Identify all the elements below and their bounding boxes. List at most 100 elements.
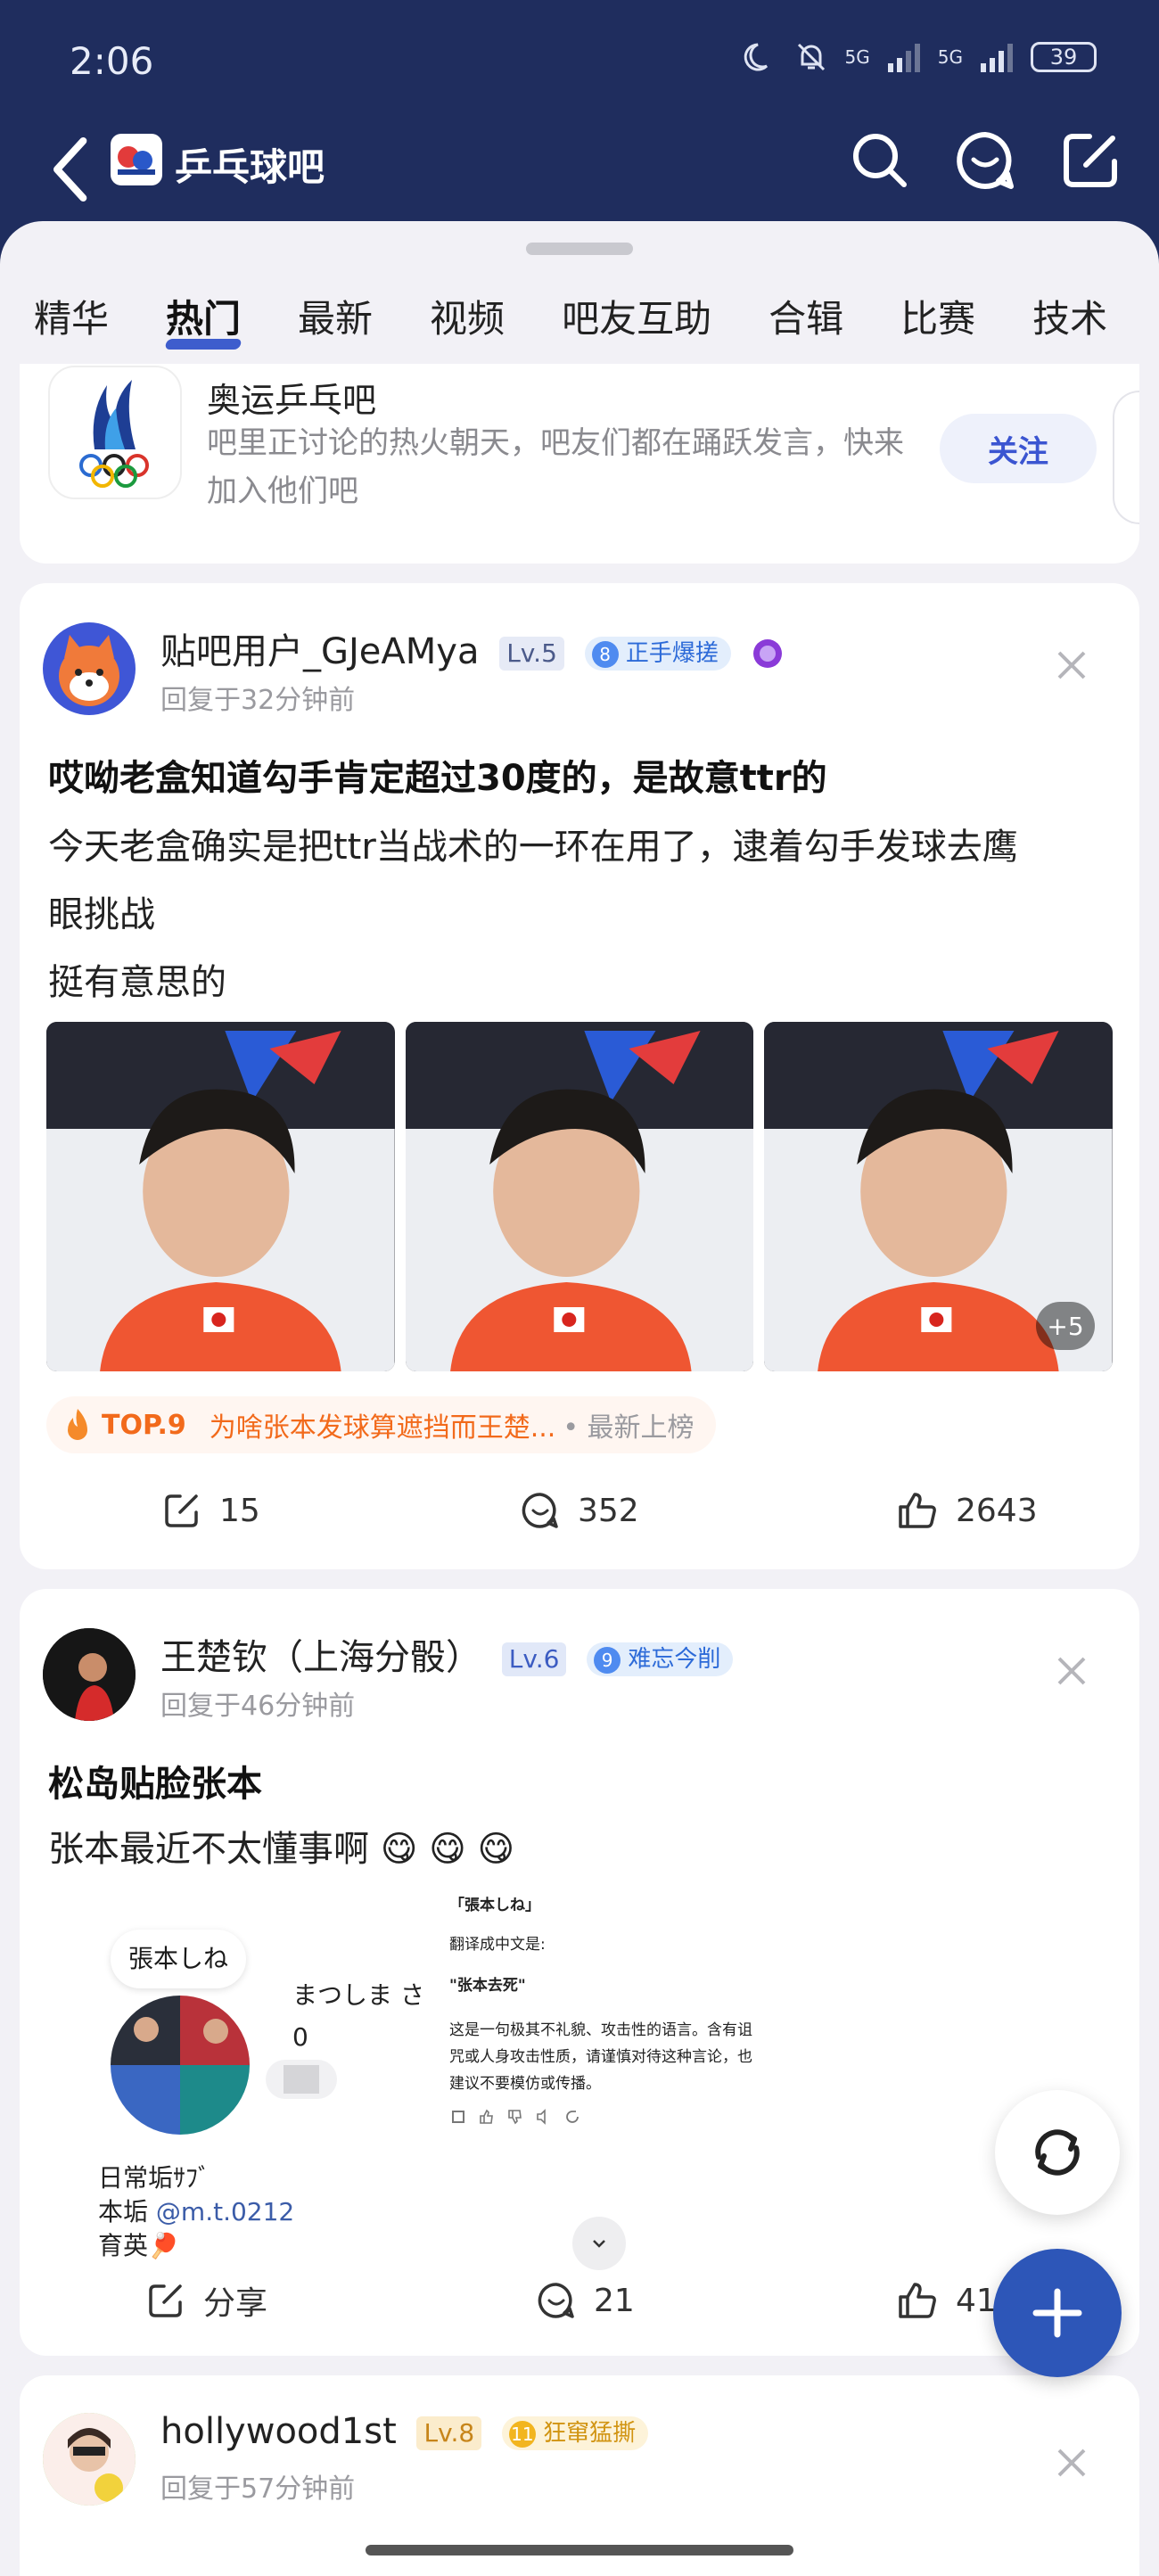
avatar[interactable] [43, 1628, 136, 1721]
battery-level: 39 [1049, 45, 1078, 70]
post-screenshot-image[interactable]: 張本しね まつしま さ 0 日常垢ｻﾌﾞ 本垢 @m.t.0212 育英🏓 「張… [46, 1883, 777, 2270]
post-image[interactable] [405, 1022, 754, 1371]
share-button[interactable]: 15 [162, 1475, 260, 1546]
reply-time: 回复于57分钟前 [160, 2473, 356, 2505]
post-body[interactable]: 今天老盒确实是把ttr当战术的一环在用了，逮着勾手发球去鹰 眼挑战 挺有意思的 [48, 813, 1109, 1016]
post-card-2[interactable]: 王楚钦（上海分骰） Lv.6 9 难忘今削 回复于46分钟前 松岛贴脸张本 张本… [20, 1589, 1139, 2356]
forum-recommend-card[interactable]: 奥运乒乓吧 吧里正讨论的热火朝天，吧友们都在踊跃发言，快来加入他们吧 关注 [20, 364, 1139, 564]
tab-latest[interactable]: 最新 [298, 284, 373, 355]
post-actions: 分享 21 41 [20, 2265, 1139, 2336]
sheet-handle[interactable] [526, 243, 633, 255]
message-icon[interactable] [954, 129, 1016, 192]
close-icon[interactable] [1054, 1653, 1089, 1689]
badge-number: 8 [591, 641, 619, 668]
level-badge: Lv.5 [499, 637, 564, 671]
tab-video[interactable]: 视频 [430, 284, 505, 355]
tab-match[interactable]: 比赛 [900, 284, 975, 355]
badge-text: 难忘今削 [628, 1646, 721, 1673]
translation-result: "张本去死" [449, 1977, 526, 1995]
post-actions: 15 352 2643 [20, 1475, 1139, 1546]
hot-rank: TOP.9 [102, 1409, 186, 1441]
fire-icon [68, 1409, 87, 1440]
comment-button[interactable]: 21 [537, 2265, 635, 2336]
username-row: hollywood1st Lv.8 11 狂窜猛撕 [160, 2411, 649, 2452]
bio-handle: @m.t.0212 [155, 2197, 295, 2226]
badge-number: 9 [594, 1647, 621, 1674]
close-icon[interactable] [1054, 647, 1089, 683]
username[interactable]: 贴吧用户_GJeAMya [160, 631, 479, 672]
forum-name[interactable]: 奥运乒乓吧 [207, 373, 376, 422]
post-title[interactable]: 松岛贴脸张本 [48, 1755, 262, 1806]
comment-count: 21 [594, 2282, 635, 2319]
avatar[interactable] [43, 2413, 136, 2506]
avatar[interactable] [43, 622, 136, 715]
like-button[interactable]: 41 [897, 2265, 997, 2336]
reply-time: 回复于32分钟前 [160, 685, 356, 716]
add-post-button[interactable] [993, 2249, 1122, 2377]
share-button[interactable]: 分享 [146, 2265, 267, 2336]
regenerate-icon[interactable] [563, 2108, 581, 2126]
follow-count: 0 [292, 2022, 308, 2052]
close-icon[interactable] [1054, 2445, 1089, 2481]
search-icon[interactable] [849, 129, 911, 192]
battery-indicator: 39 [1031, 42, 1097, 72]
tab-help[interactable]: 吧友互助 [562, 284, 711, 355]
post-body[interactable]: 张本最近不太懂事啊 😋 😋 😋 [48, 1815, 1109, 1883]
signal-bars-icon-2 [981, 44, 1013, 72]
translation-toolbar [449, 2108, 581, 2126]
chevron-down-icon [593, 2240, 605, 2248]
post-title[interactable]: 哎呦老盒知道勾手肯定超过30度的，是故意ttr的 [48, 749, 827, 801]
thumbs-up-icon[interactable] [478, 2108, 496, 2126]
refresh-icon [1035, 2129, 1080, 2176]
share-label: 分享 [203, 2285, 268, 2322]
status-icons: 5G 5G 39 [742, 39, 1097, 75]
expand-chevron-button[interactable] [572, 2217, 626, 2270]
thumbs-down-icon[interactable] [506, 2108, 524, 2126]
next-card-peek[interactable] [1113, 391, 1139, 524]
badge-text: 正手爆搓 [625, 640, 719, 667]
translation-title: 「張本しね」 [449, 1897, 540, 1914]
mute-bell-icon [797, 43, 825, 71]
comment-button[interactable]: 352 [521, 1475, 639, 1546]
like-button[interactable]: 2643 [897, 1475, 1038, 1546]
comment-icon [522, 1493, 558, 1528]
post-card-1[interactable]: 贴吧用户_GJeAMya Lv.5 8 正手爆搓 回复于32分钟前 哎呦老盒知道… [20, 583, 1139, 1569]
profile-bio: 日常垢ｻﾌﾞ 本垢 @m.t.0212 育英🏓 [98, 2161, 294, 2263]
bio-line: 本垢 @m.t.0212 [98, 2197, 295, 2226]
bio-line: 日常垢ｻﾌﾞ [98, 2163, 211, 2193]
username[interactable]: 王楚钦（上海分骰） [160, 1637, 481, 1678]
copy-icon[interactable] [449, 2108, 467, 2126]
edit-post-icon[interactable] [1059, 129, 1122, 192]
tab-featured[interactable]: 精华 [34, 284, 109, 355]
profile-name-partial: まつしま さ [292, 1980, 425, 2010]
translation-note: 这是一句极其不礼貌、攻击性的语言。含有诅咒或人身攻击性质，请谨慎对待这种言论，也… [449, 2021, 752, 2093]
signal-bars-icon [887, 44, 920, 72]
home-indicator[interactable] [366, 2545, 793, 2555]
post-image[interactable] [46, 1022, 395, 1371]
title-badge: 11 狂窜猛撕 [501, 2416, 649, 2450]
follow-button[interactable]: 关注 [940, 414, 1097, 483]
comment-count: 352 [578, 1492, 639, 1529]
more-images-count[interactable]: +5 [1036, 1302, 1096, 1350]
bubble-text: 張本しね [111, 1930, 247, 1988]
refresh-button[interactable] [995, 2090, 1120, 2215]
like-count: 2643 [956, 1492, 1038, 1529]
username[interactable]: hollywood1st [160, 2411, 397, 2452]
tab-technique[interactable]: 技术 [1032, 284, 1107, 355]
username-row: 贴吧用户_GJeAMya Lv.5 8 正手爆搓 [160, 622, 785, 674]
tab-collection[interactable]: 合辑 [769, 284, 843, 355]
plus-icon [1032, 2288, 1082, 2338]
level-badge: Lv.8 [416, 2416, 482, 2450]
post-image[interactable]: +5 [764, 1022, 1114, 1371]
tab-hot[interactable]: 热门 [166, 284, 241, 355]
post-body-text: 张本最近不太懂事啊 [48, 1829, 369, 1870]
back-arrow-icon[interactable] [45, 134, 98, 205]
hot-list-pill[interactable]: TOP.9 为啥张本发球算遮挡而王楚... • 最新上榜 [46, 1396, 716, 1453]
hot-suffix: • 最新上榜 [563, 1412, 695, 1444]
blurred-area [266, 2060, 337, 2099]
thumbs-up-icon [899, 2283, 936, 2318]
username-row: 王楚钦（上海分骰） Lv.6 9 难忘今削 [160, 1628, 734, 1680]
translation-label: 翻译成中文是: [449, 1936, 546, 1954]
level-badge: Lv.6 [501, 1642, 567, 1676]
speaker-icon[interactable] [535, 2108, 553, 2126]
